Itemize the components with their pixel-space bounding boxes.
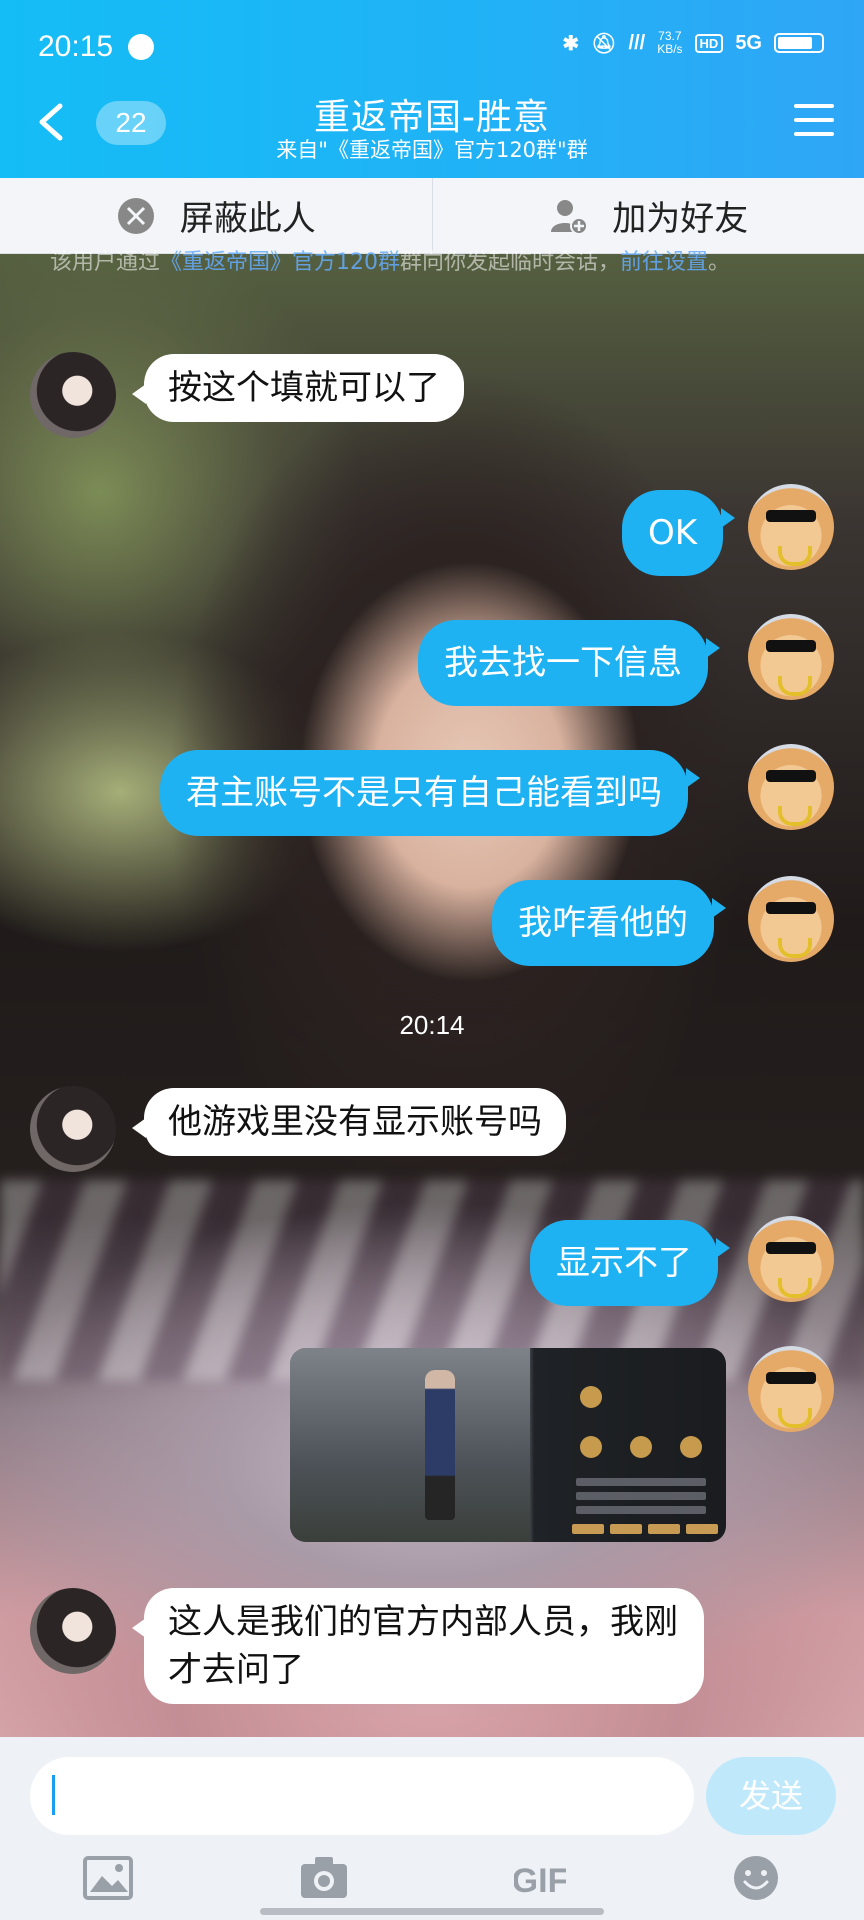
contact-avatar[interactable] <box>30 1086 116 1172</box>
game-button <box>610 1524 642 1534</box>
my-avatar[interactable] <box>748 1346 834 1432</box>
my-avatar[interactable] <box>748 744 834 830</box>
settings-link[interactable]: 前往设置 <box>620 250 708 275</box>
image-icon[interactable] <box>82 1854 134 1902</box>
chat-header: 20:15 ✱ 🔕︎ /// 73.7 KB/s HD 5G 22 重返帝国-胜意… <box>0 0 864 178</box>
message-bubble-outgoing[interactable]: OK <box>622 490 736 576</box>
my-avatar[interactable] <box>748 1216 834 1302</box>
network-speed: 73.7 KB/s <box>657 29 683 56</box>
input-caret <box>52 1775 55 1815</box>
message-bubble-outgoing[interactable]: 我咋看他的 <box>492 880 726 966</box>
speed-logo-icon: /// <box>628 31 646 54</box>
stranger-action-bar: 屏蔽此人 加为好友 <box>0 178 864 254</box>
message-bubble-outgoing[interactable]: 显示不了 <box>530 1220 730 1306</box>
block-user-label: 屏蔽此人 <box>179 199 316 239</box>
game-button <box>686 1524 718 1534</box>
message-bubble-incoming[interactable]: 按这个填就可以了 <box>132 354 464 422</box>
block-user-button[interactable]: 屏蔽此人 <box>0 178 432 253</box>
game-character <box>425 1370 455 1520</box>
game-badge-icon <box>580 1436 602 1458</box>
message-bubble-incoming[interactable]: 这人是我们的官方内部人员，我刚才去问了 <box>132 1588 704 1704</box>
message-input[interactable] <box>30 1757 694 1835</box>
group-link[interactable]: 《重返帝国》官方120群 <box>160 250 400 275</box>
game-button <box>648 1524 680 1534</box>
game-badge-icon <box>680 1436 702 1458</box>
bluetooth-icon: ✱ <box>562 32 580 55</box>
svg-text:GIF: GIF <box>514 1862 566 1900</box>
my-avatar[interactable] <box>748 484 834 570</box>
add-friend-icon <box>551 199 589 235</box>
game-badge-icon <box>630 1436 652 1458</box>
timestamp-separator: 20:14 <box>399 1010 465 1040</box>
game-stat-row <box>576 1492 706 1500</box>
hd-badge: HD <box>694 33 724 53</box>
message-input-area: 发送 GIF <box>0 1737 864 1920</box>
message-bubble-outgoing[interactable]: 君主账号不是只有自己能看到吗 <box>160 750 700 836</box>
status-time: 20:15 <box>38 30 114 63</box>
game-stat-row <box>576 1478 706 1486</box>
game-stat-row <box>576 1506 706 1514</box>
add-friend-button[interactable]: 加为好友 <box>431 178 864 253</box>
message-bubble-outgoing[interactable]: 我去找一下信息 <box>418 620 720 706</box>
globe-icon <box>128 34 154 60</box>
camera-icon[interactable] <box>298 1854 350 1902</box>
battery-icon <box>774 33 824 53</box>
message-bubble-incoming[interactable]: 他游戏里没有显示账号吗 <box>132 1088 566 1156</box>
chat-subtitle: 来自"《重返帝国》官方120群"群 <box>276 138 588 162</box>
my-avatar[interactable] <box>748 614 834 700</box>
game-button <box>572 1524 604 1534</box>
my-avatar[interactable] <box>748 876 834 962</box>
block-icon <box>117 197 154 234</box>
game-badge-icon <box>580 1386 602 1408</box>
mute-icon: 🔕︎ <box>591 32 617 55</box>
contact-avatar[interactable] <box>30 352 116 438</box>
temp-chat-notice: 该用户通过《重返帝国》官方120群群向你发起临时会话，前往设置。 <box>50 250 731 275</box>
add-friend-label: 加为好友 <box>612 199 749 239</box>
contact-avatar[interactable] <box>30 1588 116 1674</box>
home-indicator[interactable] <box>260 1908 604 1915</box>
image-message-game-screenshot[interactable] <box>290 1348 726 1542</box>
status-icons: ✱ 🔕︎ /// 73.7 KB/s HD 5G <box>562 30 824 56</box>
send-button[interactable]: 发送 <box>706 1757 836 1835</box>
chat-title: 重返帝国-胜意 <box>314 97 550 138</box>
game-scene <box>290 1348 530 1542</box>
gif-icon[interactable]: GIF <box>514 1854 566 1902</box>
signal-5g-icon: 5G <box>735 31 762 54</box>
emoji-icon[interactable] <box>730 1854 782 1902</box>
menu-icon[interactable] <box>794 104 834 140</box>
